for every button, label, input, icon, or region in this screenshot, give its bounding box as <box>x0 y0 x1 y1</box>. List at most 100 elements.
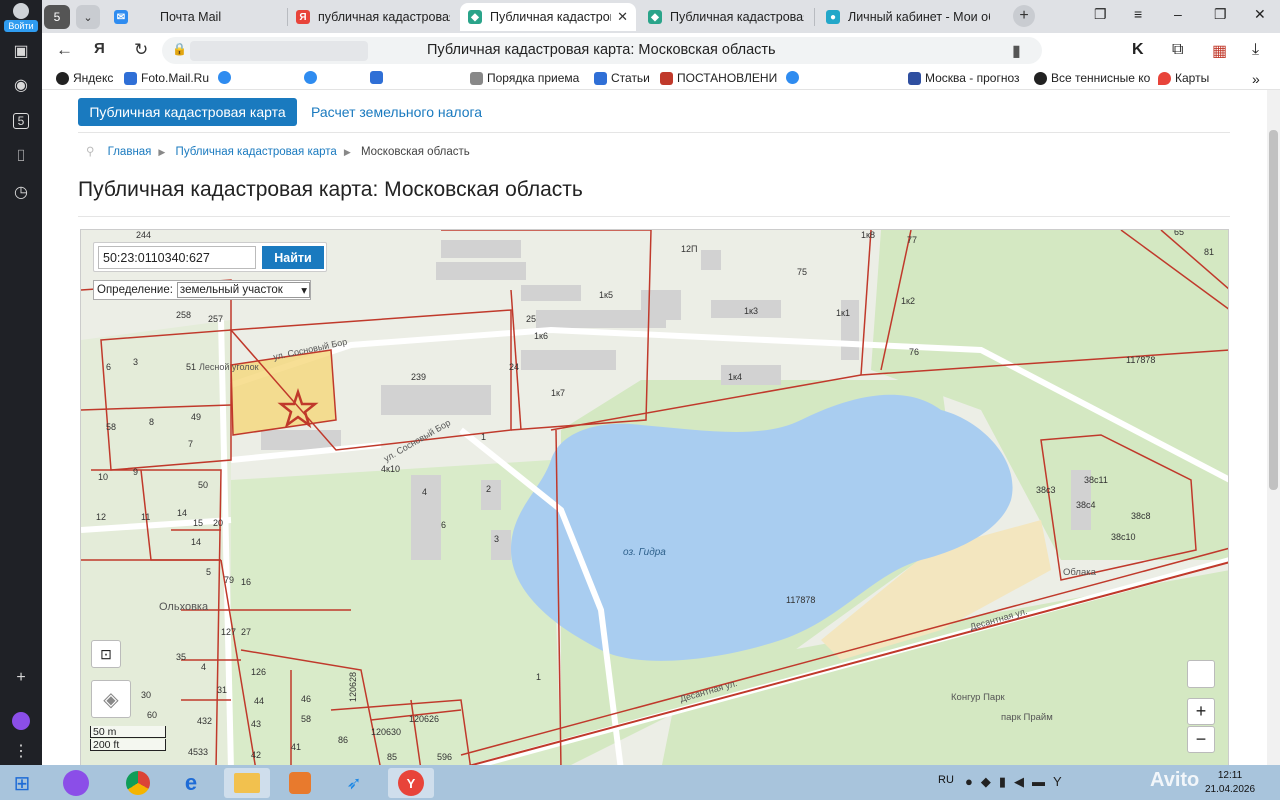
cadastral-search-panel: Найти <box>93 242 327 272</box>
tab-cabinet[interactable]: ● Личный кабинет - Мои об <box>818 3 998 31</box>
bookmark-face[interactable] <box>370 71 387 84</box>
svg-text:10: 10 <box>98 472 108 482</box>
bookmark-tennis[interactable]: Все теннисные ко <box>1034 71 1150 85</box>
alice-taskbar-icon[interactable] <box>58 768 94 798</box>
layers-icon[interactable]: ◈ <box>91 680 131 718</box>
svg-text:20: 20 <box>213 518 223 528</box>
downloads-icon[interactable]: ⤓ <box>1252 41 1259 59</box>
bookmark-moscow-weather[interactable]: Москва - прогноз <box>908 71 1020 85</box>
svg-text:58: 58 <box>301 714 311 724</box>
tab-mail[interactable]: ✉ Почта Mail <box>106 3 286 31</box>
svg-text:3: 3 <box>133 357 138 367</box>
nav-link-land-tax[interactable]: Расчет земельного налога <box>311 104 482 120</box>
svg-text:1: 1 <box>481 432 486 442</box>
bookmark-poryadok[interactable]: Порядка приема <box>470 71 579 85</box>
breadcrumb-home[interactable]: Главная <box>108 146 152 158</box>
chrome-tray-icon: ● <box>965 774 981 789</box>
chrome-icon[interactable] <box>120 768 156 798</box>
svg-text:258: 258 <box>176 310 191 320</box>
svg-text:31: 31 <box>217 685 227 695</box>
svg-text:9: 9 <box>133 467 138 477</box>
definition-select[interactable]: земельный участок ▾ <box>176 282 310 298</box>
extension-k-icon[interactable]: K <box>1132 41 1144 59</box>
restore-icon[interactable]: ❐ <box>1214 6 1227 23</box>
menu-icon[interactable]: ⋮ <box>8 738 34 764</box>
bookmark-mail-2[interactable] <box>304 71 321 84</box>
messenger-icon[interactable]: ➶ <box>336 768 372 798</box>
tab-cadastre-active[interactable]: ◆ Публичная кадастровая ✕ <box>460 3 636 31</box>
bookmark-foto[interactable]: Foto.Mail.Ru <box>124 71 209 85</box>
file-explorer-icon[interactable] <box>224 768 270 798</box>
bookmark-yandex[interactable]: Яндекс <box>56 71 113 85</box>
zoom-out-button[interactable]: − <box>1187 726 1215 753</box>
svg-text:оз. Гидра: оз. Гидра <box>623 547 666 558</box>
tabs-overview-icon[interactable]: ❐ <box>1094 6 1107 23</box>
clock-time: 12:11 <box>1217 770 1243 781</box>
svg-text:1к3: 1к3 <box>744 306 758 316</box>
cadastral-map[interactable]: 244 258 257 239 75 77 76 1к8 12П 1к5 1к3 1к1 1к2… <box>80 229 1229 765</box>
page-scrollbar[interactable] <box>1267 90 1280 765</box>
svg-text:3: 3 <box>494 534 499 544</box>
svg-text:1к2: 1к2 <box>901 296 915 306</box>
yandex-browser-taskbar-icon[interactable]: Y <box>388 768 434 798</box>
bookmark-mail-3[interactable] <box>786 71 803 84</box>
play-icon[interactable]: ◉ <box>8 72 34 98</box>
close-icon[interactable]: ✕ <box>611 9 628 25</box>
new-tab-icon[interactable]: + <box>1013 5 1035 27</box>
svg-text:77: 77 <box>907 235 917 245</box>
at-icon <box>786 71 799 84</box>
bookmark-icon[interactable]: ▮ <box>1012 41 1021 61</box>
fullscreen-button[interactable] <box>1187 660 1215 688</box>
windows-start-icon[interactable]: ⊞ <box>4 768 40 798</box>
measure-icon[interactable]: ⊡ <box>91 640 121 668</box>
calendar-icon[interactable]: ▦ <box>1212 41 1227 61</box>
history-icon[interactable]: ◷ <box>8 179 34 205</box>
find-button[interactable]: Найти <box>262 246 324 269</box>
bookmark-postanovlenie[interactable]: ПОСТАНОВЛЕНИ <box>660 71 777 85</box>
five-app-icon[interactable]: 5 <box>8 108 34 134</box>
scale-imperial: 200 ft <box>90 739 166 751</box>
system-tray[interactable]: ●◆▮◀▬Y <box>965 774 1070 790</box>
reload-icon[interactable]: ↻ <box>134 40 148 60</box>
svg-text:1к6: 1к6 <box>534 331 548 341</box>
add-panel-icon[interactable]: + <box>8 665 34 691</box>
language-indicator[interactable]: RU <box>938 774 954 786</box>
bookmark-stati[interactable]: Статьи <box>594 71 650 85</box>
login-button[interactable]: Войти <box>4 2 38 32</box>
tab-label: Личный кабинет - Мои об <box>848 10 990 24</box>
menu-icon[interactable]: ≡ <box>1134 6 1142 22</box>
camera-icon[interactable]: ⌷ <box>8 144 34 170</box>
zoom-in-button[interactable]: + <box>1187 698 1215 725</box>
back-icon[interactable]: ← <box>56 40 73 60</box>
tab-yandex-search[interactable]: Я публичная кадастровая <box>288 3 458 31</box>
tab-cadastre-2[interactable]: ◆ Публичная кадастровая <box>640 3 812 31</box>
tab-group-icon[interactable]: 5 <box>44 5 70 29</box>
windows-taskbar: ⊞ e ➶ Y RU ●◆▮◀▬Y Avito 12:11 21.04.2026 <box>0 765 1280 800</box>
tab-list-chevron-icon[interactable]: ⌄ <box>76 5 100 29</box>
minimize-icon[interactable]: – <box>1174 6 1182 22</box>
bookmark-maps[interactable]: Карты <box>1158 71 1209 85</box>
bookmark-mail-1[interactable] <box>218 71 235 84</box>
internet-explorer-icon[interactable]: e <box>173 768 209 798</box>
shield-icon: ◆ <box>980 774 999 789</box>
breadcrumb-separator-icon: ▶ <box>158 147 166 157</box>
media-player-icon[interactable] <box>282 768 318 798</box>
svg-text:16: 16 <box>241 577 251 587</box>
svg-text:76: 76 <box>909 347 919 357</box>
yandex-home-icon[interactable]: Я <box>94 40 105 57</box>
scrollbar-thumb[interactable] <box>1269 130 1278 490</box>
collections-icon[interactable]: ▣ <box>8 38 34 64</box>
mail-icon: ✉ <box>114 10 128 24</box>
svg-text:117878: 117878 <box>786 595 815 605</box>
breadcrumb-cadastral-map[interactable]: Публичная кадастровая карта <box>176 146 337 158</box>
close-window-icon[interactable]: ✕ <box>1254 6 1266 23</box>
page-content: Публичная кадастровая карта Расчет земел… <box>42 90 1267 765</box>
svg-text:15: 15 <box>193 518 203 528</box>
more-bookmarks-icon[interactable]: » <box>1252 71 1260 87</box>
nav-tab-cadastral-map[interactable]: Публичная кадастровая карта <box>78 98 297 126</box>
clock[interactable]: 12:11 21.04.2026 <box>1205 769 1255 797</box>
reader-icon[interactable]: ⧉ <box>1172 41 1183 59</box>
cadastral-number-input[interactable] <box>98 246 256 269</box>
alice-icon[interactable] <box>8 708 34 734</box>
svg-text:596: 596 <box>437 752 452 762</box>
